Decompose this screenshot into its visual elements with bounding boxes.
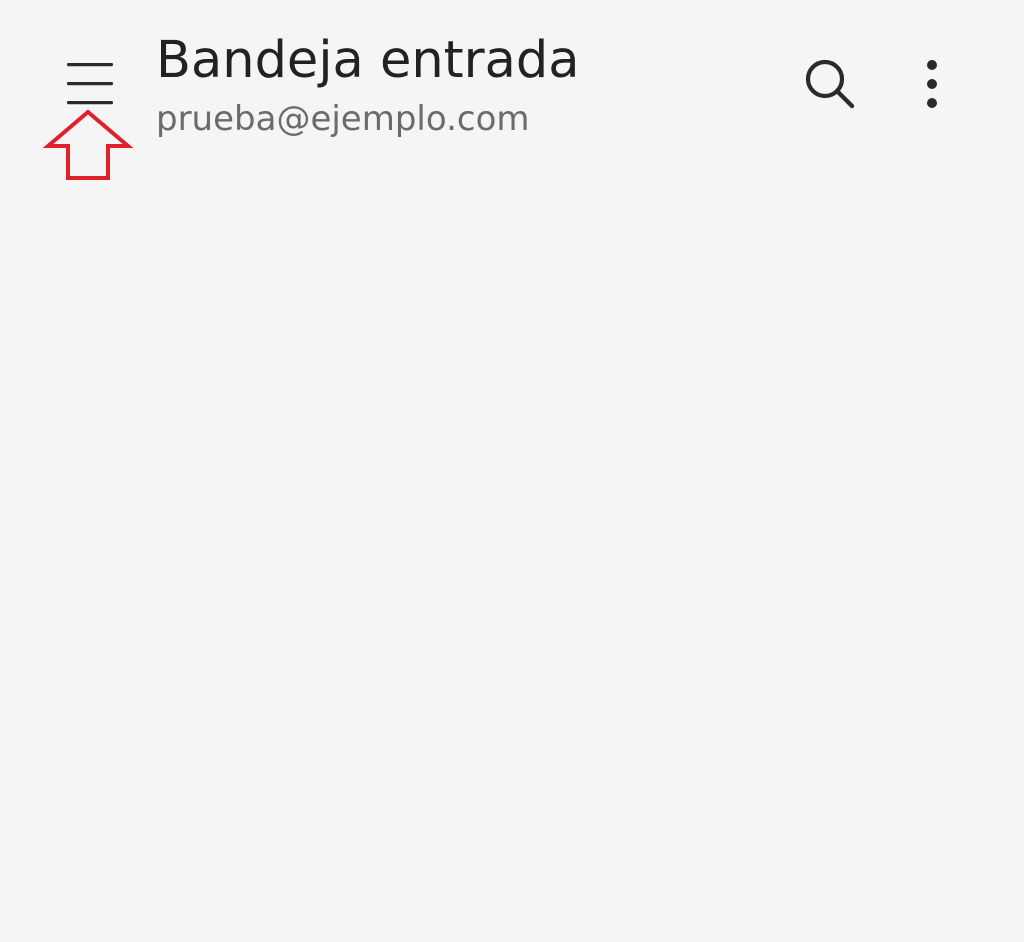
message-list-area	[0, 200, 1024, 942]
account-email: prueba@ejemplo.com	[156, 99, 530, 139]
page-title: Bandeja entrada	[156, 31, 580, 90]
search-icon	[805, 59, 855, 109]
more-vertical-icon	[927, 60, 937, 108]
inbox-screen: Bandeja entrada prueba@ejemplo.com	[0, 0, 1024, 942]
search-button[interactable]	[790, 44, 870, 124]
hamburger-menu-icon	[67, 63, 113, 105]
more-options-button[interactable]	[896, 44, 968, 124]
up-arrow-outline-icon	[42, 109, 134, 180]
app-bar-title-block: Bandeja entrada prueba@ejemplo.com	[156, 30, 756, 142]
